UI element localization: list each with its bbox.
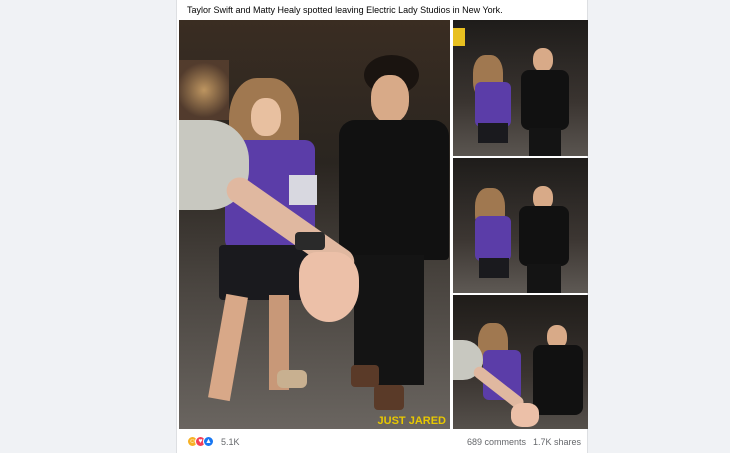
woman-shoe [277,370,307,388]
thumbnail-photo-3[interactable] [453,295,588,429]
man-face [371,75,409,123]
reactions-bar: ☺ ♥ ▲ 5.1K 689 comments 1.7K shares [177,430,589,453]
woman-face [251,98,281,136]
reaction-count[interactable]: 5.1K [221,437,240,447]
watermark: JUST JARED [377,415,446,427]
woman-leg-left [208,293,248,402]
thumbnail-photo-1[interactable] [453,20,588,156]
shares-count[interactable]: 1.7K shares [533,437,581,447]
woman-sweater [475,216,511,261]
woman-skirt [219,245,309,300]
man-pants [527,264,561,293]
watch [295,232,325,250]
man-face [533,48,553,72]
like-icon: ▲ [203,436,214,447]
man-boot-right [374,385,404,410]
storefront-lights [179,60,229,120]
thumbnail-photo-2[interactable] [453,158,588,293]
man-shirt [533,345,583,415]
man-shirt [339,120,449,260]
man-shirt [521,70,569,130]
hand [511,403,539,427]
reaction-icons[interactable]: ☺ ♥ ▲ [187,436,214,447]
woman-skirt [479,258,509,278]
storefront-sign [453,28,465,46]
post-card: Taylor Swift and Matty Healy spotted lea… [176,0,588,453]
man-pants [529,128,561,156]
hand [299,252,359,322]
woman-sweater [475,82,511,127]
woman-skirt [478,123,508,143]
comments-count[interactable]: 689 comments [467,437,526,447]
post-caption: Taylor Swift and Matty Healy spotted lea… [187,5,503,15]
main-photo[interactable]: JUST JARED [179,20,450,429]
sweater-stripe [289,175,317,205]
man-boot-left [351,365,379,387]
man-shirt [519,206,569,266]
